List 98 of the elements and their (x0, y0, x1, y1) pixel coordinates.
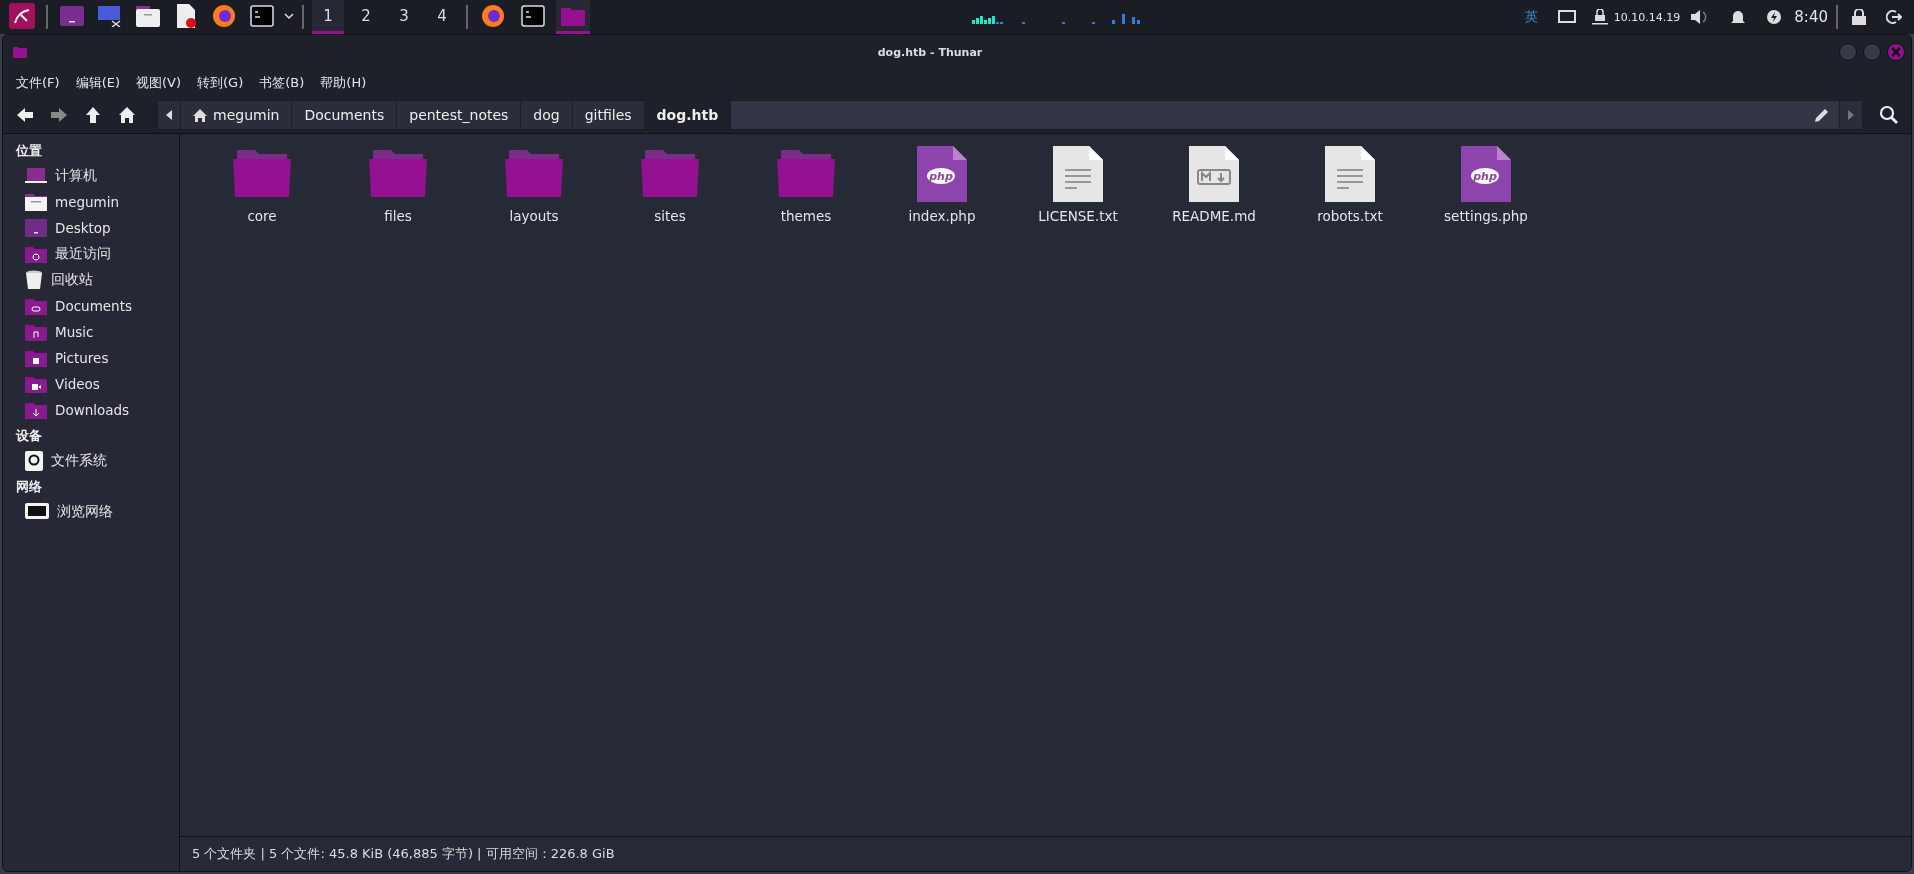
folder-icon (505, 150, 563, 198)
menu-item[interactable]: 转到(G) (190, 72, 251, 94)
workspace-button[interactable]: 4 (426, 0, 458, 34)
sidebar-item[interactable]: 文件系统 (51, 452, 107, 470)
sidebar-item[interactable]: Downloads (55, 402, 130, 418)
trash-icon (25, 270, 43, 290)
folder-icon (13, 46, 27, 58)
path-segment[interactable]: pentest_notes (397, 101, 522, 129)
input-method-indicator[interactable]: 英 (1524, 8, 1538, 26)
file-cabinet-icon[interactable] (136, 4, 160, 27)
menu-item[interactable]: 编辑(E) (68, 72, 127, 94)
sidebar-item[interactable]: megumin (55, 194, 120, 210)
caret-icon[interactable] (284, 13, 294, 21)
php-file-icon: php (1461, 146, 1511, 202)
text-file-icon (1325, 146, 1375, 202)
network-port-icon (25, 503, 49, 521)
sidebar-item[interactable]: 浏览网络 (57, 503, 113, 521)
sidebar-heading: 位置 (14, 142, 43, 160)
php-file-icon: php (917, 146, 967, 202)
workspace-button[interactable]: 3 (388, 0, 420, 34)
computer-icon (25, 168, 47, 184)
browser-icon[interactable] (212, 3, 236, 28)
back-arrow-icon (15, 105, 35, 125)
sidebar-item[interactable]: Documents (55, 298, 132, 314)
file-name[interactable]: themes (780, 208, 832, 224)
drive-icon (25, 451, 43, 471)
scroll-left-button[interactable] (158, 101, 181, 129)
pictures-folder-icon (25, 349, 47, 367)
path-segment[interactable]: gitfiles (572, 101, 645, 129)
path-segment[interactable]: megumin (181, 101, 293, 129)
scroll-right-button[interactable] (1839, 101, 1862, 129)
sidebar-heading: 网络 (15, 478, 43, 496)
dragon-logo-icon[interactable] (9, 2, 35, 29)
file-name[interactable]: index.php (908, 208, 976, 224)
bell-icon[interactable] (1730, 9, 1747, 25)
volume-icon[interactable] (1690, 9, 1709, 25)
power-manager-icon[interactable] (1766, 9, 1783, 25)
ip-address: 10.10.14.19 (1613, 10, 1681, 24)
menu-item[interactable]: 视图(V) (129, 72, 189, 94)
downloads-folder-icon (25, 401, 47, 419)
status-bar: 5 个文件夹 | 5 个文件: 45.8 KiB (46,885 字节) | 可用空间：226.8 GiB (180, 836, 1911, 871)
home-icon (117, 105, 137, 125)
home-folder-icon (25, 193, 47, 211)
sidebar-item[interactable]: 计算机 (55, 167, 97, 185)
sidebar-item[interactable]: 最近访问 (55, 245, 111, 263)
logout-icon[interactable] (1886, 9, 1902, 25)
menu-item[interactable]: 帮助(H) (313, 72, 374, 94)
sidebar-item[interactable]: Videos (55, 376, 100, 392)
lock-icon[interactable] (1852, 9, 1866, 25)
screenshot-icon[interactable] (98, 4, 122, 27)
file-name[interactable]: files (384, 208, 412, 224)
sidebar-item[interactable]: Pictures (55, 350, 109, 366)
markdown-file-icon (1189, 146, 1239, 202)
desktop-icon[interactable] (60, 5, 84, 26)
folder-icon (369, 150, 427, 198)
workspace-button[interactable]: 2 (350, 0, 382, 34)
triangle-left-icon (166, 110, 172, 120)
path-segment[interactable]: dog (521, 101, 573, 129)
folder-icon (641, 150, 699, 198)
menu-item[interactable]: 书签(B) (252, 72, 312, 94)
triangle-right-icon (1848, 110, 1854, 120)
path-segment[interactable]: dog.htb (644, 101, 732, 129)
workspace-button[interactable]: 1 (312, 0, 344, 34)
desktop-icon (25, 219, 47, 237)
pencil-icon[interactable] (1815, 108, 1829, 122)
close-button[interactable] (1887, 43, 1905, 61)
videos-folder-icon (25, 375, 47, 393)
up-arrow-icon (83, 105, 103, 125)
sidebar-item[interactable]: Music (55, 324, 94, 340)
text-file-icon (1053, 146, 1103, 202)
sidebar-item[interactable]: 回收站 (51, 271, 93, 289)
clock-folder-icon (25, 245, 47, 263)
window-title: dog.htb - Thunar (876, 45, 984, 59)
home-icon (193, 108, 207, 122)
music-folder-icon (25, 323, 47, 341)
clock[interactable]: 8:40 (1794, 8, 1828, 26)
folder-icon (233, 150, 291, 198)
file-name[interactable]: sites (654, 208, 686, 224)
file-name[interactable]: LICENSE.txt (1038, 208, 1118, 224)
documents-folder-icon (25, 297, 47, 315)
file-name[interactable]: layouts (509, 208, 559, 224)
lock-network-icon[interactable] (1591, 9, 1608, 25)
menu-item[interactable]: 文件(F) (9, 72, 67, 94)
folder-icon (777, 150, 835, 198)
terminal-icon[interactable] (521, 4, 545, 27)
monitor-icon[interactable] (1557, 10, 1576, 24)
sidebar-item[interactable]: Desktop (55, 220, 111, 236)
file-name[interactable]: core (247, 208, 277, 224)
forward-arrow-icon (49, 105, 69, 125)
document-edit-icon[interactable] (175, 3, 197, 28)
terminal-icon[interactable] (250, 4, 274, 27)
browser-icon[interactable] (481, 3, 505, 28)
path-segment[interactable]: Documents (292, 101, 398, 129)
close-icon (1891, 47, 1901, 57)
file-name[interactable]: settings.php (1444, 208, 1528, 224)
file-name[interactable]: robots.txt (1317, 208, 1383, 224)
sidebar-heading: 设备 (15, 427, 43, 445)
file-name[interactable]: README.md (1172, 208, 1256, 224)
